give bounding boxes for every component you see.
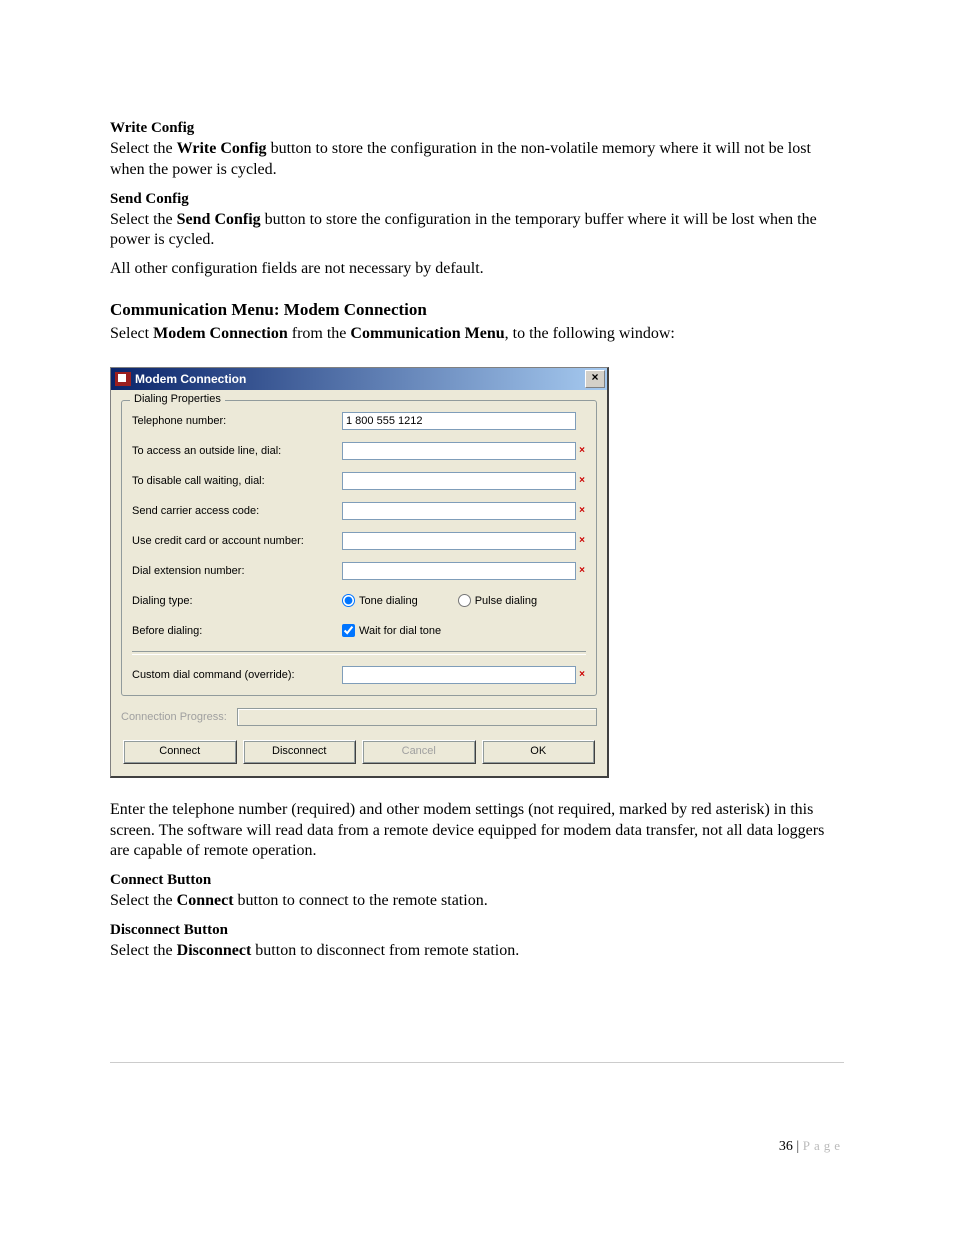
page-number-text: Page (803, 1138, 844, 1153)
communication-menu-heading: Communication Menu: Modem Connection (110, 300, 844, 320)
wait-checkbox-input[interactable] (342, 624, 355, 637)
text-bold: Disconnect (177, 942, 252, 959)
required-asterisk: × (578, 669, 586, 680)
text-fragment: from the (288, 325, 351, 342)
disconnect-button-heading: Disconnect Button (110, 922, 844, 939)
separator (132, 651, 586, 655)
dialing-properties-groupbox: Dialing Properties Telephone number: To … (121, 400, 597, 696)
text-fragment: Select the (110, 942, 177, 959)
ok-button[interactable]: OK (482, 740, 596, 764)
wait-label-text: Wait for dial tone (359, 625, 441, 637)
outside-line-input[interactable] (342, 442, 576, 460)
text-fragment: Select the (110, 211, 177, 228)
disconnect-button-text: Select the Disconnect button to disconne… (110, 941, 844, 962)
connection-progress-bar (237, 708, 597, 726)
app-icon (115, 372, 131, 386)
tone-radio-input[interactable] (342, 594, 355, 607)
text-bold: Write Config (177, 140, 267, 157)
disable-call-waiting-label: To disable call waiting, dial: (132, 475, 342, 487)
disable-call-waiting-input[interactable] (342, 472, 576, 490)
tone-dialing-radio[interactable]: Tone dialing (342, 594, 418, 607)
telephone-label: Telephone number: (132, 415, 342, 427)
credit-card-input[interactable] (342, 532, 576, 550)
text-fragment: , to the following window: (505, 325, 675, 342)
connection-progress-label: Connection Progress: (121, 711, 227, 723)
write-config-text: Select the Write Config button to store … (110, 139, 844, 181)
outside-line-label: To access an outside line, dial: (132, 445, 342, 457)
connect-button-text: Select the Connect button to connect to … (110, 891, 844, 912)
page-number-sep: | (793, 1139, 803, 1154)
send-config-text: Select the Send Config button to store t… (110, 210, 844, 252)
wait-for-dial-tone-checkbox[interactable]: Wait for dial tone (342, 624, 441, 637)
text-fragment: button to disconnect from remote station… (251, 942, 519, 959)
page-number-value: 36 (779, 1139, 793, 1154)
dialog-title: Modem Connection (135, 372, 246, 386)
text-fragment: Select the (110, 892, 177, 909)
required-asterisk: × (578, 475, 586, 486)
carrier-code-label: Send carrier access code: (132, 505, 342, 517)
communication-menu-intro: Select Modem Connection from the Communi… (110, 324, 844, 345)
dialing-type-label: Dialing type: (132, 595, 342, 607)
text-bold: Connect (177, 892, 234, 909)
custom-dial-input[interactable] (342, 666, 576, 684)
required-asterisk: × (578, 445, 586, 456)
dialog-titlebar[interactable]: Modem Connection × (111, 368, 607, 390)
text-bold: Send Config (177, 211, 261, 228)
send-config-extra: All other configuration fields are not n… (110, 259, 844, 280)
text-fragment: button to connect to the remote station. (234, 892, 488, 909)
required-asterisk: × (578, 535, 586, 546)
telephone-input[interactable] (342, 412, 576, 430)
text-bold: Modem Connection (153, 325, 288, 342)
carrier-code-input[interactable] (342, 502, 576, 520)
credit-card-label: Use credit card or account number: (132, 535, 342, 547)
extension-label: Dial extension number: (132, 565, 342, 577)
write-config-heading: Write Config (110, 120, 844, 137)
connect-button[interactable]: Connect (123, 740, 237, 764)
pulse-label-text: Pulse dialing (475, 595, 537, 607)
custom-dial-label: Custom dial command (override): (132, 669, 342, 681)
before-dialing-label: Before dialing: (132, 625, 342, 637)
cancel-button[interactable]: Cancel (362, 740, 476, 764)
disconnect-button[interactable]: Disconnect (243, 740, 357, 764)
required-asterisk: × (578, 565, 586, 576)
close-icon[interactable]: × (585, 370, 605, 388)
tone-label-text: Tone dialing (359, 595, 418, 607)
text-bold: Communication Menu (350, 325, 504, 342)
text-fragment: Select the (110, 140, 177, 157)
send-config-heading: Send Config (110, 191, 844, 208)
pulse-dialing-radio[interactable]: Pulse dialing (458, 594, 537, 607)
groupbox-title: Dialing Properties (130, 393, 225, 405)
page-number: 36 | Page (779, 1138, 844, 1155)
text-fragment: Select (110, 325, 153, 342)
extension-input[interactable] (342, 562, 576, 580)
footer-separator (110, 1062, 844, 1063)
required-asterisk: × (578, 505, 586, 516)
modem-connection-dialog: Modem Connection × Dialing Properties Te… (110, 367, 609, 778)
connect-button-heading: Connect Button (110, 872, 844, 889)
pulse-radio-input[interactable] (458, 594, 471, 607)
after-dialog-text: Enter the telephone number (required) an… (110, 800, 844, 862)
